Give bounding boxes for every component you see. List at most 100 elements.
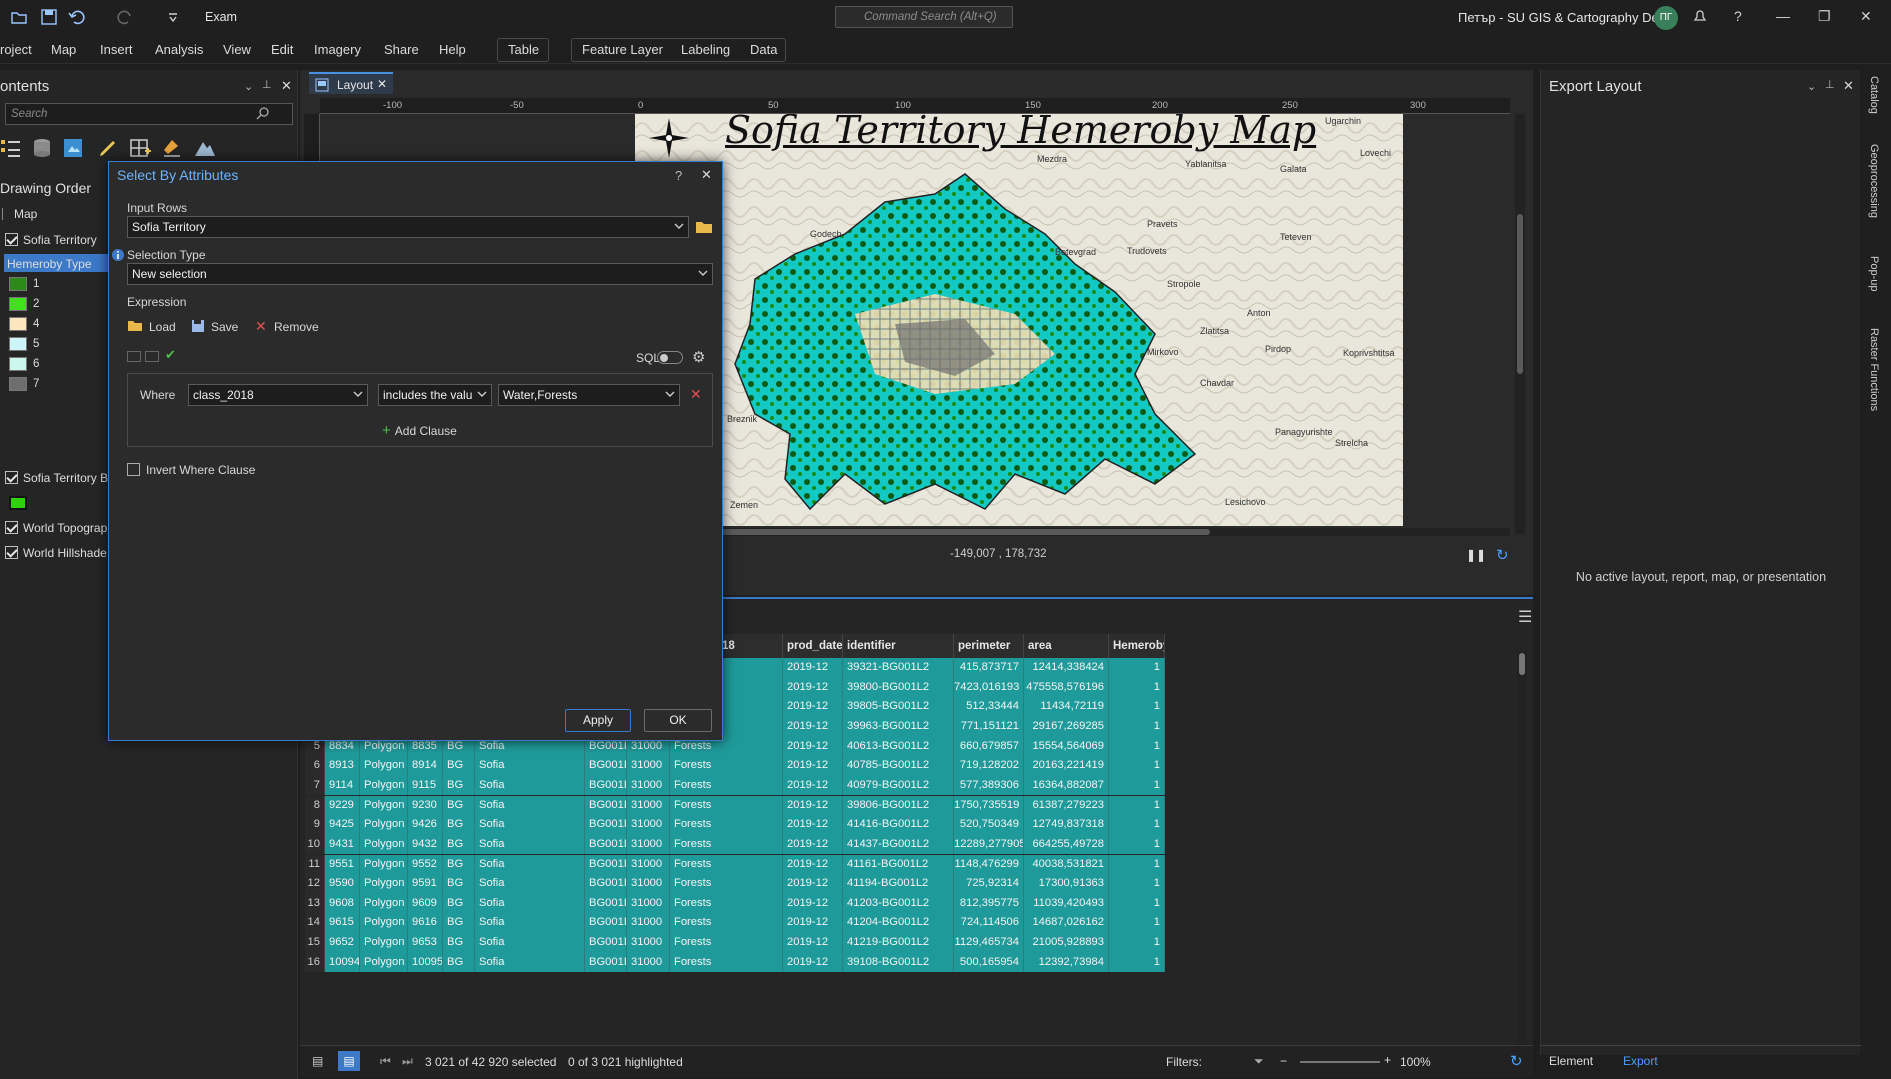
table-cell[interactable]: 39108-BG001L2 bbox=[843, 952, 954, 973]
table-cell[interactable]: 415,873717 bbox=[954, 658, 1024, 678]
table-cell[interactable]: 1 bbox=[1109, 716, 1165, 737]
table-row[interactable]: 109431Polygon9432BGSofiaBG001L231000Fore… bbox=[305, 834, 1165, 855]
table-row[interactable]: 89229Polygon9230BGSofiaBG001L231000Fores… bbox=[305, 795, 1165, 816]
save-project-icon[interactable] bbox=[40, 8, 58, 26]
undo-icon[interactable] bbox=[68, 8, 86, 26]
add-clause-button[interactable]: + Add Clause bbox=[382, 422, 457, 439]
avatar[interactable]: ПГ bbox=[1654, 6, 1678, 30]
selection-type-dropdown[interactable]: New selection bbox=[127, 263, 713, 285]
table-cell[interactable]: 20163,221419 bbox=[1024, 756, 1109, 776]
table-cell[interactable]: Sofia bbox=[475, 834, 585, 855]
table-cell[interactable]: 8913 bbox=[325, 756, 360, 776]
table-cell[interactable]: Sofia bbox=[475, 795, 585, 816]
show-selected-records-icon[interactable]: ▤ bbox=[338, 1051, 360, 1071]
table-cell[interactable]: 41161-BG001L2 bbox=[843, 854, 954, 875]
table-cell[interactable]: 1750,735519 bbox=[954, 795, 1024, 816]
table-cell[interactable]: 31000 bbox=[627, 893, 670, 914]
tab-table[interactable]: Table bbox=[508, 42, 539, 57]
table-cell[interactable]: 724,114506 bbox=[954, 913, 1024, 934]
class-swatch[interactable] bbox=[9, 337, 27, 351]
table-cell[interactable]: Forests bbox=[670, 913, 783, 934]
table-cell[interactable]: 17300,91363 bbox=[1024, 874, 1109, 894]
side-tab-catalog[interactable]: Catalog bbox=[1868, 76, 1880, 114]
column-header[interactable]: prod_date bbox=[783, 634, 843, 658]
table-cell[interactable]: 9616 bbox=[408, 913, 443, 934]
table-cell[interactable]: Polygon bbox=[360, 893, 408, 914]
table-cell[interactable]: 31000 bbox=[627, 756, 670, 776]
table-cell[interactable]: 41194-BG001L2 bbox=[843, 874, 954, 894]
table-cell[interactable]: BG001L2 bbox=[585, 815, 627, 835]
table-cell[interactable]: Sofia bbox=[475, 933, 585, 953]
table-cell[interactable]: 31000 bbox=[627, 952, 670, 973]
table-cell[interactable]: 2019-12 bbox=[783, 893, 843, 914]
table-cell[interactable]: 771,151121 bbox=[954, 716, 1024, 737]
table-cell[interactable]: 2019-12 bbox=[783, 834, 843, 855]
table-cell[interactable]: BG001L2 bbox=[585, 854, 627, 875]
close-pane-icon[interactable]: ✕ bbox=[281, 78, 292, 94]
sql-mode-icon[interactable] bbox=[145, 351, 159, 362]
tab-element[interactable]: Element bbox=[1549, 1054, 1593, 1068]
search-icon[interactable] bbox=[256, 106, 270, 120]
pane-options-icon[interactable]: ⌄ bbox=[1807, 80, 1816, 93]
close-icon[interactable]: ✕ bbox=[1860, 8, 1872, 25]
table-cell[interactable]: 31000 bbox=[627, 933, 670, 953]
table-cell[interactable]: 9432 bbox=[408, 834, 443, 855]
table-cell[interactable]: BG bbox=[443, 854, 475, 875]
table-cell[interactable]: 9653 bbox=[408, 933, 443, 953]
tab-analysis[interactable]: Analysis bbox=[155, 42, 203, 57]
table-cell[interactable]: BG bbox=[443, 815, 475, 835]
row-number[interactable]: 11 bbox=[305, 854, 325, 875]
table-cell[interactable]: 2019-12 bbox=[783, 815, 843, 835]
table-row[interactable]: 68913Polygon8914BGSofiaBG001L231000Fores… bbox=[305, 756, 1165, 776]
table-cell[interactable]: 10094 bbox=[325, 952, 360, 973]
table-row[interactable]: 119551Polygon9552BGSofiaBG001L231000Fore… bbox=[305, 854, 1165, 875]
table-cell[interactable]: BG001L2 bbox=[585, 952, 627, 973]
tab-help[interactable]: Help bbox=[439, 42, 466, 57]
side-tab-raster-functions[interactable]: Raster Functions bbox=[1868, 328, 1880, 411]
table-cell[interactable]: Sofia bbox=[475, 893, 585, 914]
project-name-dropdown[interactable]: Exam bbox=[205, 10, 237, 24]
table-cell[interactable]: 41219-BG001L2 bbox=[843, 933, 954, 953]
table-row[interactable]: 139608Polygon9609BGSofiaBG001L231000Fore… bbox=[305, 893, 1165, 914]
last-record-icon[interactable]: ⏭ bbox=[402, 1054, 413, 1069]
table-cell[interactable]: 2019-12 bbox=[783, 716, 843, 737]
layer-visibility-checkbox[interactable] bbox=[5, 546, 18, 559]
field-dropdown[interactable]: class_2018 bbox=[188, 384, 368, 406]
table-cell[interactable]: BG001L2 bbox=[585, 775, 627, 796]
table-cell[interactable]: 39805-BG001L2 bbox=[843, 697, 954, 717]
table-cell[interactable]: 41204-BG001L2 bbox=[843, 913, 954, 934]
table-cell[interactable]: 41416-BG001L2 bbox=[843, 815, 954, 835]
table-cell[interactable]: BG bbox=[443, 952, 475, 973]
side-tab-geoprocessing[interactable]: Geoprocessing bbox=[1868, 144, 1880, 218]
table-cell[interactable]: 2019-12 bbox=[783, 775, 843, 796]
pin-icon[interactable]: ⊥ bbox=[1825, 78, 1835, 91]
table-cell[interactable]: Polygon bbox=[360, 795, 408, 816]
ok-button[interactable]: OK bbox=[644, 709, 712, 732]
table-cell[interactable]: 1148,476299 bbox=[954, 854, 1024, 875]
table-cell[interactable]: 1 bbox=[1109, 913, 1165, 934]
table-cell[interactable]: 39800-BG001L2 bbox=[843, 677, 954, 698]
table-cell[interactable]: BG001L2 bbox=[585, 834, 627, 855]
column-header[interactable]: perimeter bbox=[954, 634, 1024, 658]
table-cell[interactable]: 31000 bbox=[627, 775, 670, 796]
table-cell[interactable]: Forests bbox=[670, 775, 783, 796]
table-cell[interactable]: 2019-12 bbox=[783, 677, 843, 698]
table-cell[interactable]: 1 bbox=[1109, 756, 1165, 776]
table-cell[interactable]: 12749,837318 bbox=[1024, 815, 1109, 835]
table-cell[interactable]: Forests bbox=[670, 874, 783, 894]
table-cell[interactable]: 9425 bbox=[325, 815, 360, 835]
table-cell[interactable]: 1 bbox=[1109, 677, 1165, 698]
list-by-perspective-icon[interactable] bbox=[193, 136, 217, 160]
refresh-icon[interactable]: ↻ bbox=[1496, 546, 1509, 564]
tab-feature-layer[interactable]: Feature Layer bbox=[582, 42, 663, 57]
table-cell[interactable]: BG bbox=[443, 893, 475, 914]
show-all-records-icon[interactable]: ▤ bbox=[312, 1054, 323, 1068]
list-by-snapping-icon[interactable] bbox=[128, 136, 152, 160]
table-cell[interactable]: 660,679857 bbox=[954, 736, 1024, 757]
browse-folder-icon[interactable] bbox=[695, 219, 713, 235]
table-cell[interactable]: 1 bbox=[1109, 874, 1165, 894]
row-number[interactable]: 14 bbox=[305, 913, 325, 934]
table-cell[interactable]: 61387,279223 bbox=[1024, 795, 1109, 816]
table-cell[interactable]: 2019-12 bbox=[783, 795, 843, 816]
table-cell[interactable]: Forests bbox=[670, 933, 783, 953]
